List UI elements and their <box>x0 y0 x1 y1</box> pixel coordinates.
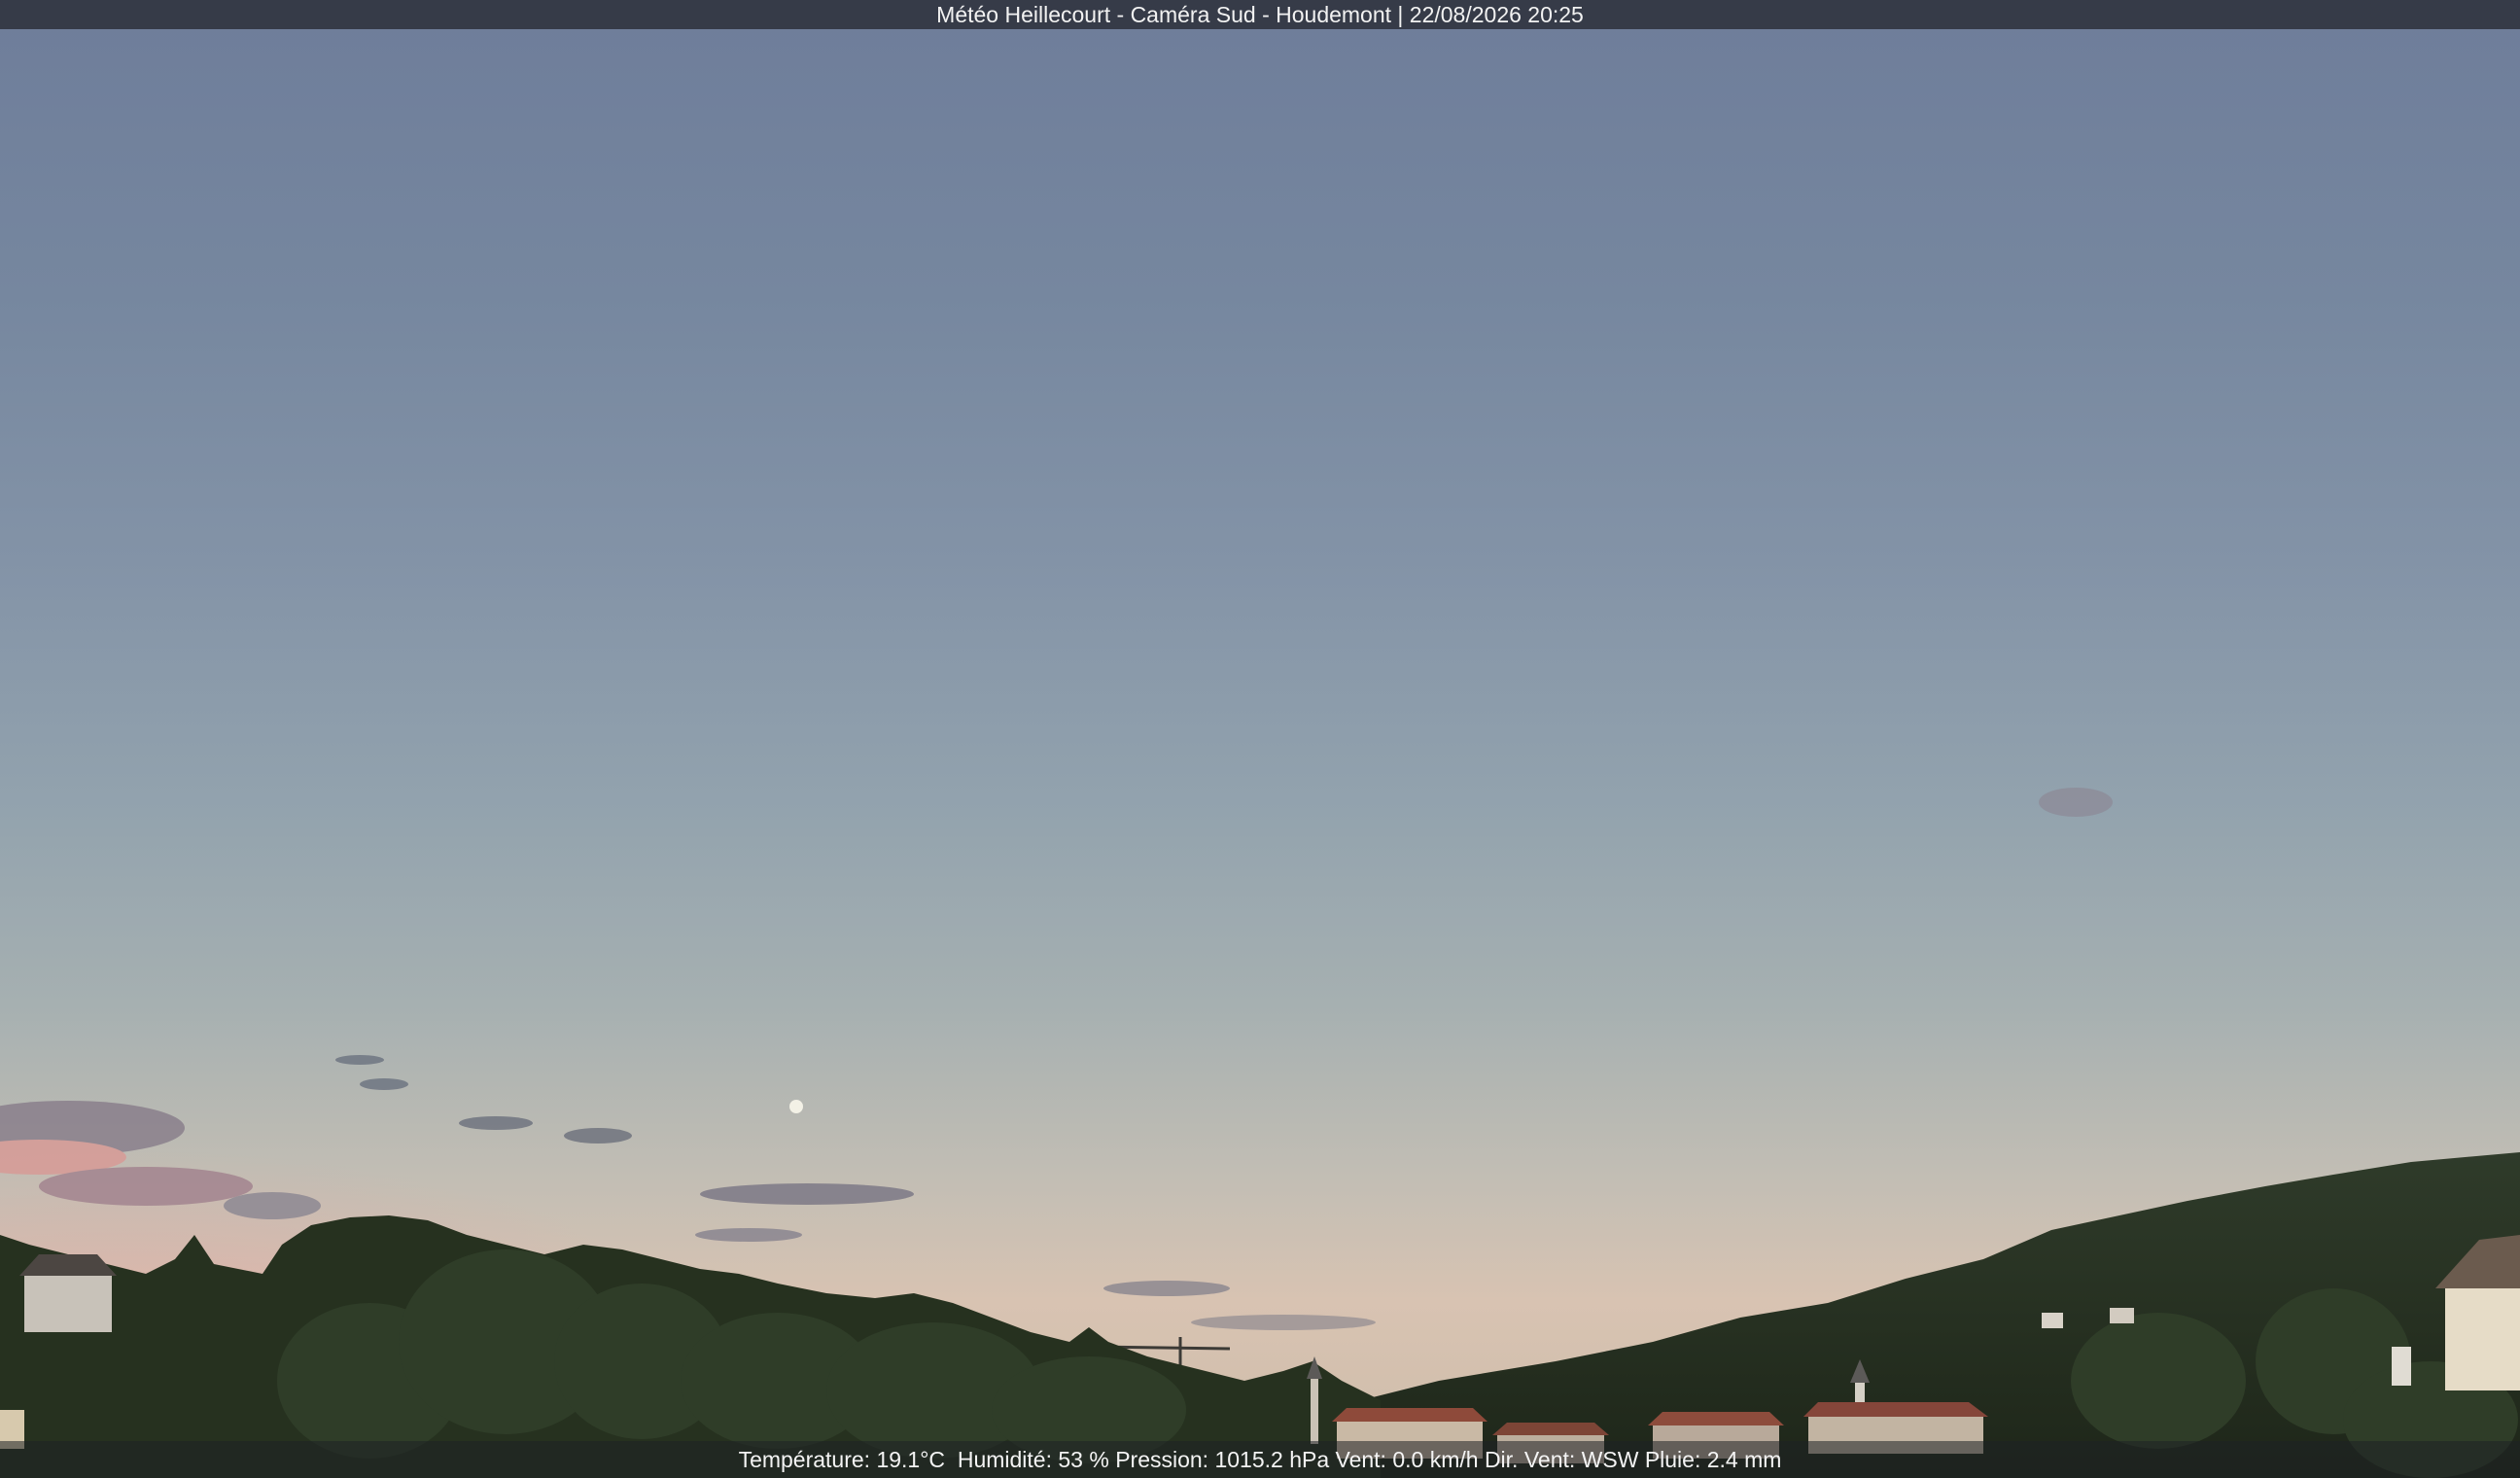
cloud <box>1103 1281 1230 1296</box>
roof <box>1492 1423 1609 1435</box>
cloud <box>564 1128 632 1144</box>
cloud <box>360 1078 408 1090</box>
tree <box>2071 1313 2246 1449</box>
temperature-value: Température: 19.1°C <box>738 1447 946 1472</box>
humidity-value: Humidité: 53 % <box>957 1447 1109 1472</box>
building <box>24 1274 112 1332</box>
cloud <box>1191 1315 1376 1330</box>
wind-value: Vent: 0.0 km/h <box>1335 1447 1479 1472</box>
roof <box>1648 1412 1784 1425</box>
weather-bar: Température: 19.1°C Humidité: 53 % Press… <box>0 1441 2520 1478</box>
house-right <box>2445 1284 2520 1390</box>
pressure-value: Pression: 1015.2 hPa <box>1115 1447 1330 1472</box>
wind-direction-value: Dir. Vent: WSW <box>1484 1447 1639 1472</box>
rain-value: Pluie: 2.4 mm <box>1644 1447 1782 1472</box>
roof <box>1332 1408 1488 1422</box>
landscape-scene <box>0 788 2520 1478</box>
cloud <box>2039 788 2113 817</box>
cloud <box>459 1116 533 1130</box>
roof <box>1803 1402 1988 1417</box>
church-tower <box>1311 1376 1318 1444</box>
building <box>2042 1313 2063 1328</box>
webcam-image: Météo Heillecourt - Caméra Sud - Houdemo… <box>0 0 2520 1478</box>
page-title: Météo Heillecourt - Caméra Sud - Houdemo… <box>936 2 1584 27</box>
cloud <box>39 1167 253 1206</box>
cloud <box>335 1055 384 1065</box>
cloud <box>700 1183 914 1205</box>
building <box>2110 1308 2134 1323</box>
cloud <box>224 1192 321 1219</box>
cloud <box>695 1228 802 1242</box>
building <box>2392 1347 2411 1386</box>
moon-icon <box>789 1100 803 1113</box>
title-bar: Météo Heillecourt - Caméra Sud - Houdemo… <box>0 0 2520 29</box>
